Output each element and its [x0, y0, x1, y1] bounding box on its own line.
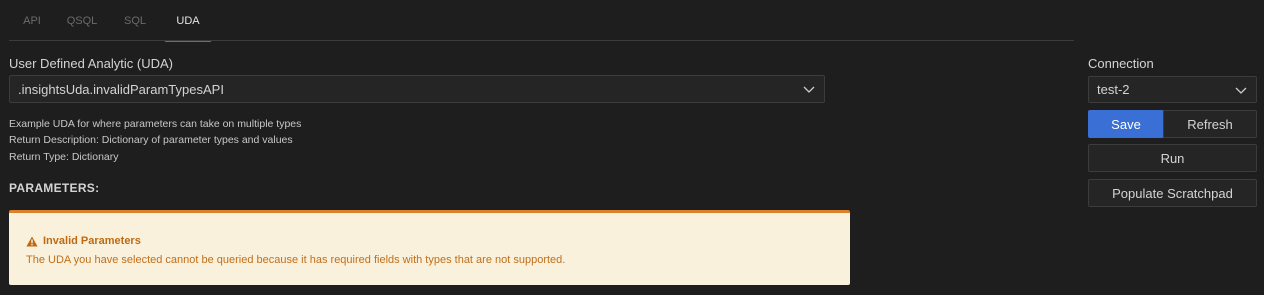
- uda-select[interactable]: .insightsUda.invalidParamTypesAPI: [9, 75, 825, 103]
- save-button[interactable]: Save: [1088, 110, 1164, 138]
- connection-selected-value: test-2: [1097, 82, 1130, 97]
- run-button[interactable]: Run: [1088, 144, 1257, 172]
- tab-qsql[interactable]: QSQL: [65, 0, 99, 41]
- uda-return-type: Return Type: Dictionary: [9, 151, 119, 163]
- invalid-parameters-callout: Invalid Parameters The UDA you have sele…: [9, 210, 850, 285]
- warning-triangle-icon: [26, 236, 38, 246]
- uda-return-description: Return Description: Dictionary of parame…: [9, 134, 293, 146]
- connection-label: Connection: [1088, 56, 1154, 71]
- chevron-down-icon: [1235, 87, 1247, 94]
- uda-selected-value: .insightsUda.invalidParamTypesAPI: [18, 81, 224, 97]
- parameters-heading: PARAMETERS:: [9, 181, 100, 195]
- populate-scratchpad-button[interactable]: Populate Scratchpad: [1088, 179, 1257, 207]
- connection-select[interactable]: test-2: [1088, 76, 1257, 103]
- tab-sql[interactable]: SQL: [122, 0, 148, 41]
- chevron-down-icon: [803, 86, 815, 93]
- refresh-button[interactable]: Refresh: [1163, 110, 1257, 138]
- query-tabs: API QSQL SQL UDA: [9, 0, 1074, 42]
- warning-message: The UDA you have selected cannot be quer…: [26, 254, 566, 266]
- warning-title-text: Invalid Parameters: [43, 235, 141, 247]
- uda-query-panel: API QSQL SQL UDA User Defined Analytic (…: [0, 0, 1264, 295]
- tab-api[interactable]: API: [21, 0, 43, 41]
- warning-title: Invalid Parameters: [26, 235, 141, 247]
- uda-description: Example UDA for where parameters can tak…: [9, 118, 302, 130]
- uda-field-label: User Defined Analytic (UDA): [9, 56, 173, 71]
- tab-uda[interactable]: UDA: [165, 0, 211, 42]
